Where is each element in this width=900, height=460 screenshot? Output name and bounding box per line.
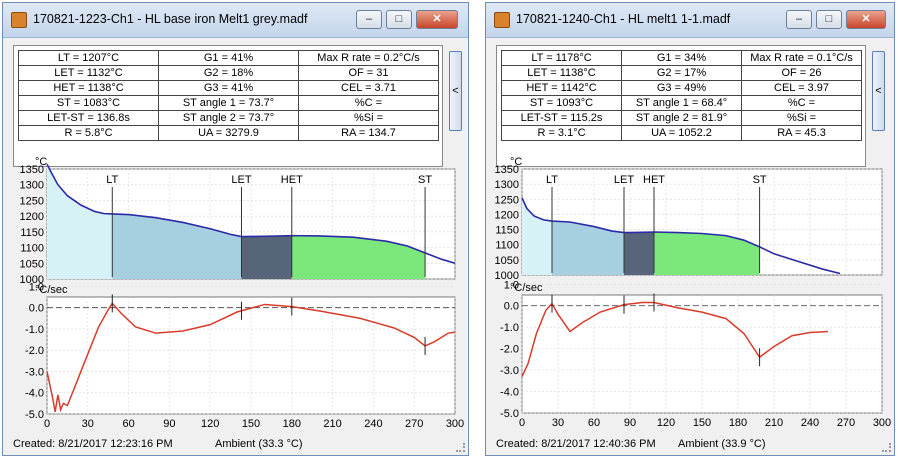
y-tick-label: 0.0 [29,303,44,315]
x-tick-label: 30 [552,417,564,429]
thermal-analysis-chart: 10001050110011501200125013001350°CLT LET H… [495,156,892,429]
x-tick-label: 150 [242,418,260,430]
analysis-window-1[interactable]: 170821-1223-Ch1 - HL base iron Melt1 gre… [2,2,469,456]
resize-grip[interactable] [456,443,465,452]
x-tick-label: 300 [446,418,464,430]
marker-label: HET [281,174,303,186]
analysis-window-2[interactable]: 170821-1240-Ch1 - HL melt1 1-1.madf – □ … [485,2,895,456]
x-tick-label: 210 [765,417,783,429]
y-tick-label: 1300 [20,180,44,192]
y-tick-label: -2.0 [25,345,44,357]
marker-label: HET [643,174,665,186]
marker-label: LT [106,174,118,186]
ambient-temperature: Ambient (33.9 °C) [678,438,766,450]
y-tick-label: 0.0 [504,301,519,313]
status-bar: Created: 8/21/2017 12:23:16 PM Ambient (… [3,433,468,455]
y-tick-label: 1150 [20,227,44,239]
marker-label: ST [418,174,432,186]
x-tick-label: 60 [588,417,600,429]
y-tick-label: -3.0 [25,366,44,378]
marker-label: LET [231,174,251,186]
y-tick-label: -4.0 [25,388,44,400]
y-tick-label: -1.0 [500,322,519,334]
y-tick-label: -3.0 [500,365,519,377]
y-tick-label: -1.0 [25,324,44,336]
y-axis-label: °C/sec [35,284,68,296]
x-tick-label: 180 [283,418,301,430]
y-tick-label: -4.0 [500,387,519,399]
status-bar: Created: 8/21/2017 12:40:36 PM Ambient (… [486,433,894,455]
y-axis-label: °C/sec [510,282,543,294]
x-tick-label: 90 [624,417,636,429]
x-tick-label: 30 [82,418,94,430]
created-timestamp: Created: 8/21/2017 12:40:36 PM [496,438,656,450]
x-tick-label: 150 [693,417,711,429]
y-axis-label: °C [35,156,47,168]
x-tick-label: 270 [405,418,423,430]
x-tick-label: 90 [163,418,175,430]
ambient-temperature: Ambient (33.3 °C) [215,438,303,450]
x-tick-label: 120 [201,418,219,430]
y-axis-label: °C [510,156,522,168]
x-tick-label: 240 [801,417,819,429]
x-tick-label: 180 [729,417,747,429]
y-tick-label: 1100 [495,240,519,252]
x-tick-label: 120 [657,417,675,429]
x-tick-label: 240 [364,418,382,430]
x-tick-label: 0 [44,418,50,430]
x-tick-label: 210 [323,418,341,430]
y-tick-label: 1250 [495,194,519,206]
resize-grip[interactable] [882,443,891,452]
y-tick-label: -2.0 [500,344,519,356]
y-tick-label: 1150 [495,225,519,237]
x-tick-label: 0 [519,417,525,429]
y-tick-label: 1200 [495,209,519,221]
thermal-analysis-chart: 10001050110011501200125013001350°CLT LET H… [20,156,465,430]
marker-label: LET [614,174,634,186]
y-tick-label: 1200 [20,211,44,223]
created-timestamp: Created: 8/21/2017 12:23:16 PM [13,438,173,450]
marker-label: LT [546,174,558,186]
y-tick-label: 1250 [20,195,44,207]
y-tick-label: 1050 [20,258,44,270]
y-tick-label: -5.0 [25,409,44,421]
phase-region [241,235,292,279]
y-tick-label: 1300 [495,179,519,191]
x-tick-label: 60 [122,418,134,430]
y-tick-label: 1100 [20,243,44,255]
x-tick-label: 300 [873,417,891,429]
phase-region [624,231,654,275]
marker-label: ST [753,174,767,186]
y-tick-label: -5.0 [500,408,519,420]
x-tick-label: 270 [837,417,855,429]
y-tick-label: 1050 [495,255,519,267]
